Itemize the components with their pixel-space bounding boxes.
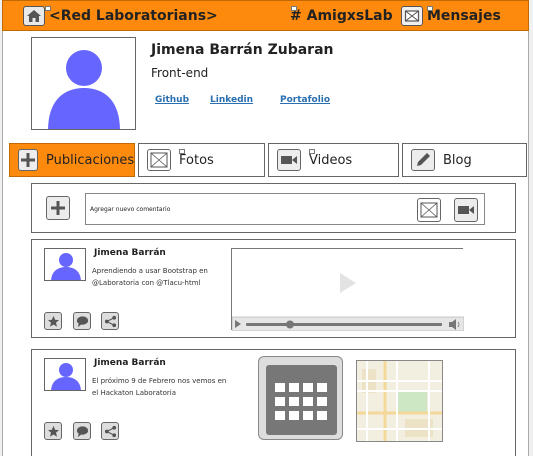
home-link[interactable]: <Red Laboratorians> <box>23 5 218 27</box>
tab-publicaciones[interactable]: Publicaciones <box>9 143 135 177</box>
post-card: Jimena Barrán El próximo 9 de Febrero no… <box>31 349 516 456</box>
map-thumbnail[interactable] <box>356 360 443 442</box>
avatar <box>44 248 86 281</box>
messages-link[interactable]: Mensajes <box>401 5 501 27</box>
linkedin-link[interactable]: Linkedin <box>210 95 253 105</box>
pencil-icon <box>411 149 435 171</box>
image-icon <box>420 202 438 218</box>
favorite-button[interactable] <box>44 312 62 330</box>
video-icon <box>277 149 301 171</box>
tab-label: Blog <box>443 152 472 168</box>
top-navigation-bar: <Red Laboratorians> # AmigxsLab Mensajes <box>2 0 529 31</box>
speech-bubble-icon <box>76 315 88 327</box>
tab-label: Videos <box>309 152 353 168</box>
post-text: Aprendiendo a usar Bootstrap en @Laborat… <box>92 267 208 287</box>
tab-label: Publicaciones <box>46 152 135 168</box>
plus-icon <box>18 149 38 171</box>
avatar <box>44 358 86 391</box>
profile-name: Jimena Barrán Zubaran <box>151 42 334 58</box>
mail-icon <box>401 6 423 26</box>
tab-fotos[interactable]: Fotos <box>138 143 265 177</box>
attach-image-button[interactable] <box>417 198 441 222</box>
messages-label: Mensajes <box>427 8 501 24</box>
star-icon <box>47 425 59 437</box>
tab-videos[interactable]: Videos <box>268 143 399 177</box>
hashtag-label: # AmigxsLab <box>290 8 393 24</box>
star-icon <box>47 315 59 327</box>
main-content: Jimena Barrán Zubaran Front-end Github L… <box>2 31 529 456</box>
comment-placeholder: Agregar nuevo comentario <box>90 206 171 213</box>
comment-input[interactable]: Agregar nuevo comentario <box>85 193 485 225</box>
home-link-label: <Red Laboratorians> <box>49 8 218 24</box>
calendar-icon[interactable] <box>258 356 343 440</box>
comment-button[interactable] <box>73 422 91 440</box>
post-text: El próximo 9 de Febrero nos vemos en el … <box>92 377 227 397</box>
share-icon <box>104 425 116 437</box>
post-author: Jimena Barrán <box>94 358 166 368</box>
tab-blog[interactable]: Blog <box>402 143 527 177</box>
profile-role: Front-end <box>151 66 209 80</box>
share-button[interactable] <box>101 312 119 330</box>
image-icon <box>147 149 171 171</box>
share-button[interactable] <box>101 422 119 440</box>
post-card: Jimena Barrán Aprendiendo a usar Bootstr… <box>31 239 516 338</box>
post-author: Jimena Barrán <box>94 248 166 258</box>
share-icon <box>104 315 116 327</box>
attach-video-button[interactable] <box>454 198 478 222</box>
add-button[interactable] <box>46 196 70 220</box>
speech-bubble-icon <box>76 425 88 437</box>
favorite-button[interactable] <box>44 422 62 440</box>
github-link[interactable]: Github <box>155 95 189 105</box>
portfolio-link[interactable]: Portafolio <box>280 95 330 105</box>
hashtag-link[interactable]: # AmigxsLab <box>290 5 393 27</box>
home-icon <box>23 6 45 26</box>
video-icon <box>458 206 474 214</box>
comment-composer: Agregar nuevo comentario <box>31 183 516 233</box>
tab-label: Fotos <box>179 152 214 168</box>
plus-icon <box>51 201 65 215</box>
video-player[interactable] <box>231 248 464 331</box>
profile-avatar <box>31 37 136 130</box>
comment-button[interactable] <box>73 312 91 330</box>
